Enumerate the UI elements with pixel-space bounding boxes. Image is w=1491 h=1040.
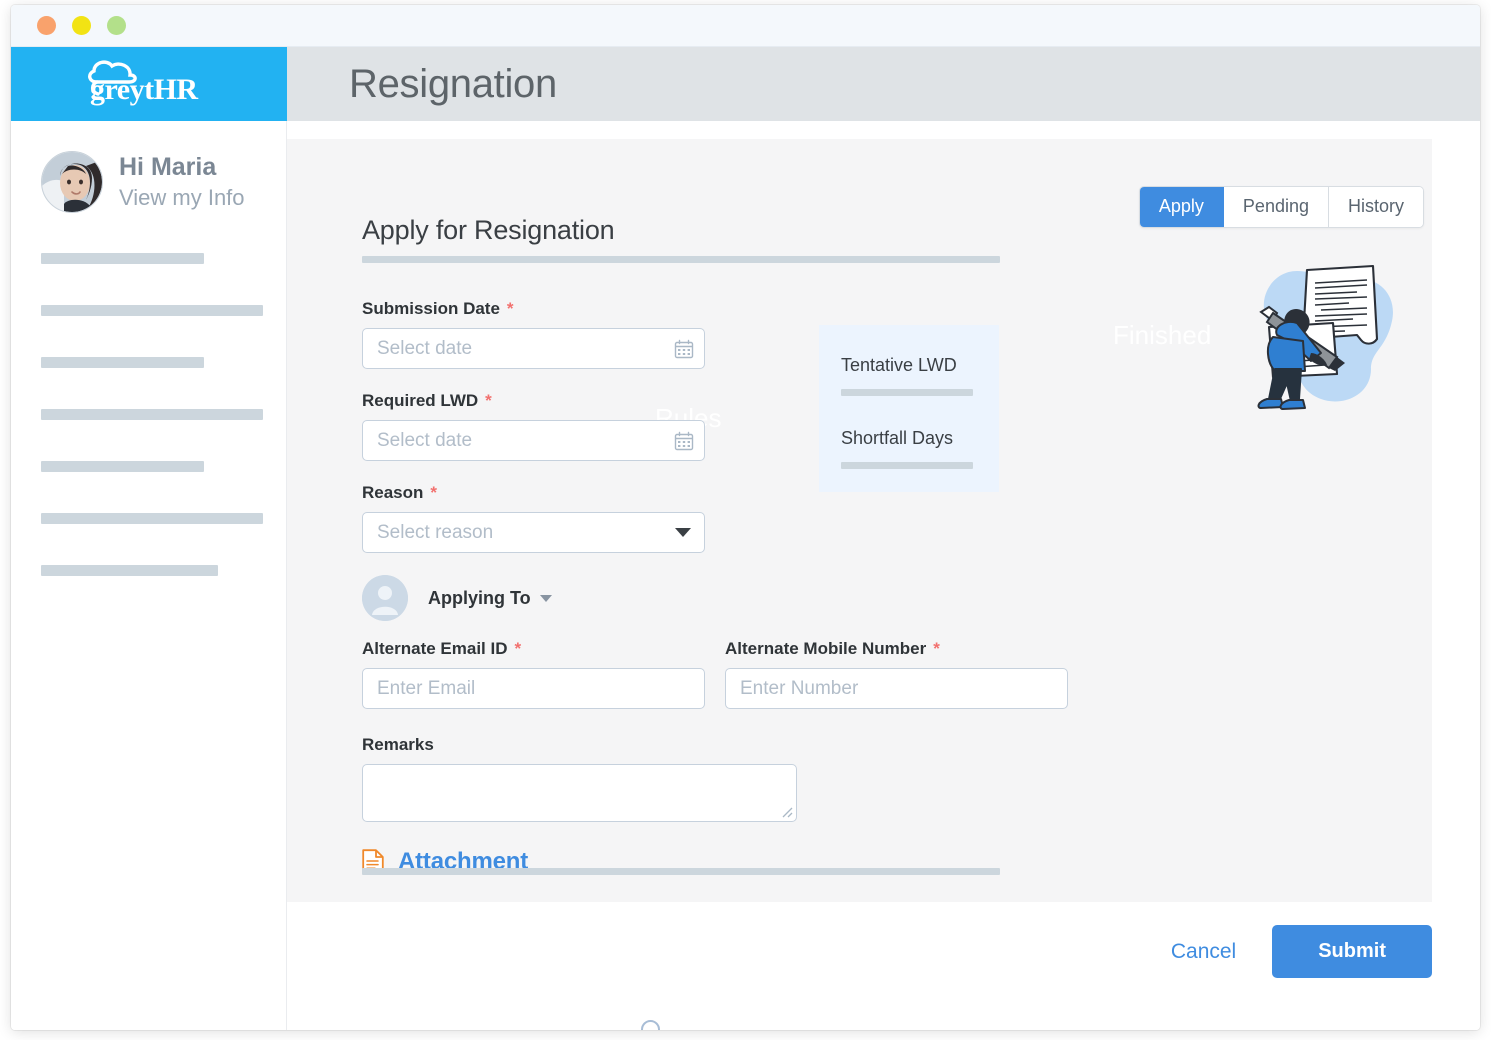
sidebar-item-5[interactable] — [11, 461, 286, 513]
page-title-bar: Resignation — [287, 47, 1480, 121]
view-tabs: Apply Pending History — [1138, 186, 1424, 228]
alternate-mobile-label: Alternate Mobile Number * — [725, 639, 940, 658]
brand-logo[interactable]: greytHR — [11, 47, 287, 121]
applying-to-label: Applying To — [428, 587, 531, 608]
person-placeholder-icon — [362, 575, 408, 621]
remarks-textarea[interactable] — [362, 764, 797, 822]
cancel-button[interactable]: Cancel — [1171, 940, 1236, 964]
chevron-down-icon[interactable] — [539, 594, 552, 602]
sidebar-nav-skeleton — [11, 253, 286, 617]
tentative-lwd-item: Tentative LWD — [819, 325, 999, 396]
reason-placeholder: Select reason — [377, 521, 494, 543]
alternate-email-input[interactable]: Enter Email — [362, 668, 705, 709]
submission-date-input[interactable]: Select date — [362, 328, 705, 369]
tentative-lwd-label: Tentative LWD — [841, 355, 957, 375]
chevron-down-icon[interactable] — [675, 528, 694, 537]
sidebar-item-4[interactable] — [11, 409, 286, 461]
sidebar-item-1[interactable] — [11, 253, 286, 305]
resignation-panel: Apply for Resignation Apply Pending Hist… — [287, 139, 1432, 902]
sidebar-item-3[interactable] — [11, 357, 286, 409]
app-header: greytHR Resignation — [11, 47, 1480, 121]
window-titlebar — [11, 5, 1480, 47]
scroll-indicator-circle[interactable] — [641, 1020, 660, 1030]
remarks-label: Remarks — [362, 735, 434, 754]
reason-field: Reason * Select reason — [362, 483, 1068, 553]
watermark-finished: Finished — [1113, 320, 1212, 350]
app-window: greytHR Resignation Hi Maria View my Inf… — [11, 5, 1480, 1030]
required-marker: * — [485, 391, 492, 410]
alternate-mobile-placeholder: Enter Number — [740, 677, 859, 699]
remarks-field: Remarks — [362, 735, 1068, 822]
page-title: Resignation — [349, 61, 557, 106]
sidebar-item-7[interactable] — [11, 565, 286, 617]
required-marker: * — [514, 639, 522, 658]
close-window-button[interactable] — [37, 16, 56, 35]
alternate-mobile-input[interactable]: Enter Number — [725, 668, 1068, 709]
shortfall-days-label: Shortfall Days — [841, 428, 954, 448]
alternate-email-placeholder: Enter Email — [377, 677, 476, 699]
alternate-mobile-field: Alternate Mobile Number * Enter Number — [725, 639, 1068, 709]
tab-pending[interactable]: Pending — [1223, 187, 1329, 227]
resignation-illustration — [1225, 249, 1405, 424]
reason-select[interactable]: Select reason — [362, 512, 705, 553]
required-lwd-placeholder: Select date — [377, 429, 473, 451]
calendar-icon[interactable] — [674, 431, 694, 451]
shortfall-days-item: Shortfall Days — [819, 396, 999, 469]
required-lwd-input[interactable]: Select date — [362, 420, 705, 461]
app-body: Hi Maria View my Info Apply for Resignat… — [11, 121, 1480, 1030]
sidebar: Hi Maria View my Info — [11, 121, 287, 1030]
calendar-icon[interactable] — [674, 339, 694, 359]
alternate-email-field: Alternate Email ID * Enter Email — [362, 639, 705, 709]
lwd-info-card: Tentative LWD Shortfall Days — [819, 325, 999, 492]
main-content: Apply for Resignation Apply Pending Hist… — [287, 121, 1480, 1030]
required-marker: * — [430, 483, 438, 502]
form-actions: Cancel Submit — [1171, 925, 1432, 978]
view-my-info-link[interactable]: View my Info — [119, 184, 245, 212]
avatar — [41, 151, 103, 213]
alternate-email-label: Alternate Email ID * — [362, 639, 522, 658]
user-greeting: Hi Maria — [119, 153, 217, 181]
submission-date-label: Submission Date * — [362, 299, 514, 318]
required-marker: * — [933, 639, 940, 658]
maximize-window-button[interactable] — [107, 16, 126, 35]
resize-handle-icon[interactable] — [779, 804, 793, 818]
tab-history[interactable]: History — [1328, 187, 1423, 227]
user-profile[interactable]: Hi Maria View my Info — [11, 151, 286, 213]
attachment-divider — [362, 868, 1000, 875]
submission-date-placeholder: Select date — [377, 337, 473, 359]
required-marker: * — [506, 299, 514, 318]
submit-button[interactable]: Submit — [1272, 925, 1432, 978]
tab-apply[interactable]: Apply — [1139, 187, 1224, 227]
sidebar-item-2[interactable] — [11, 305, 286, 357]
applying-to-selector[interactable]: Applying To — [362, 575, 1068, 621]
panel-title: Apply for Resignation — [362, 215, 615, 245]
shortfall-days-value-placeholder — [841, 462, 973, 469]
tentative-lwd-value-placeholder — [841, 389, 973, 396]
contact-fields-row: Alternate Email ID * Enter Email Alterna… — [362, 639, 1068, 731]
minimize-window-button[interactable] — [72, 16, 91, 35]
sidebar-item-6[interactable] — [11, 513, 286, 565]
panel-title-divider — [362, 256, 1000, 263]
brand-logo-text: greytHR — [90, 73, 198, 106]
